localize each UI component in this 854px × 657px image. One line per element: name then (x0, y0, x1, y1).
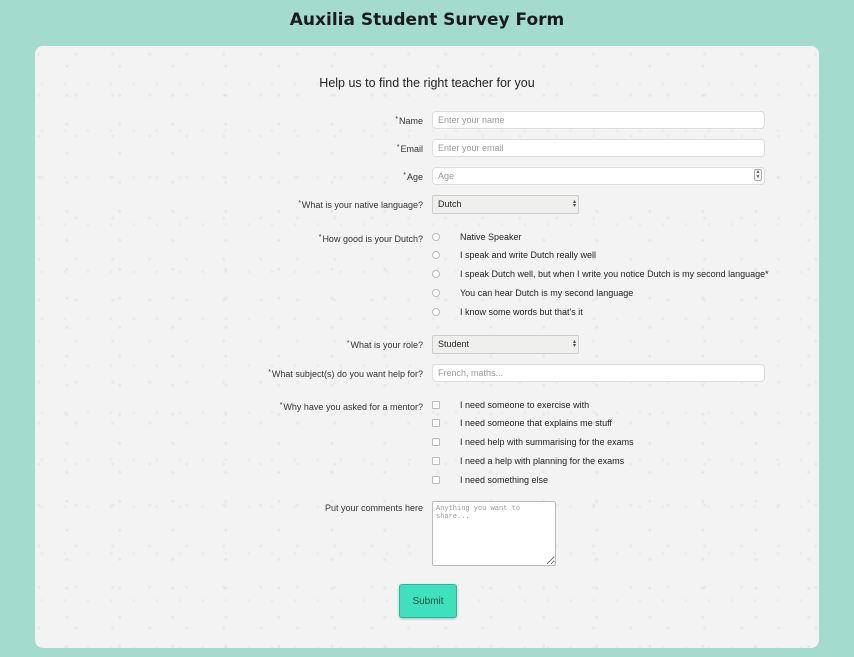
email-input[interactable] (432, 139, 765, 157)
name-input[interactable] (432, 111, 765, 129)
comments-label: Put your comments here (324, 503, 423, 513)
radio-button[interactable] (432, 269, 440, 278)
mentor-reason-label: *Why have you asked for a mentor? (279, 402, 423, 412)
submit-button[interactable]: Submit (399, 584, 457, 618)
checkbox[interactable] (432, 418, 440, 427)
checkbox[interactable] (432, 400, 440, 409)
age-field: ▲▼ (432, 167, 765, 185)
select-arrow-icon: ▴ ▾ (572, 339, 576, 349)
proficiency-option[interactable]: I speak and write Dutch really well (432, 250, 596, 264)
mentor-reason-option[interactable]: I need something else (432, 475, 548, 489)
select-arrow-icon: ▴ ▾ (572, 199, 576, 209)
survey-form-card: Help us to find the right teacher for yo… (35, 46, 819, 648)
age-label: *Age (403, 172, 423, 182)
comments-textarea[interactable] (432, 501, 556, 566)
age-input[interactable] (432, 167, 765, 185)
radio-button[interactable] (432, 288, 440, 297)
proficiency-label: *How good is your Dutch? (318, 234, 423, 244)
subjects-label: *What subject(s) do you want help for? (268, 369, 423, 379)
email-label: *Email (396, 144, 423, 154)
proficiency-option[interactable]: I know some words but that's it (432, 307, 583, 321)
mentor-reason-option[interactable]: I need someone to exercise with (432, 400, 589, 414)
mentor-reason-option[interactable]: I need someone that explains me stuff (432, 418, 612, 432)
proficiency-option[interactable]: You can hear Dutch is my second language (432, 288, 633, 302)
native-language-select[interactable]: Dutch ▴ ▾ (432, 195, 579, 214)
role-label: *What is your role? (346, 340, 423, 350)
role-select[interactable]: Student ▴ ▾ (432, 335, 579, 354)
page-title: Auxilia Student Survey Form (289, 10, 565, 30)
mentor-reason-option[interactable]: I need help with summarising for the exa… (432, 437, 634, 451)
checkbox[interactable] (432, 437, 440, 446)
radio-button[interactable] (432, 250, 440, 259)
subjects-input[interactable] (432, 364, 765, 382)
radio-button[interactable] (432, 307, 440, 316)
proficiency-option[interactable]: Native Speaker (432, 232, 522, 246)
checkbox[interactable] (432, 456, 440, 465)
name-label: *Name (395, 116, 423, 126)
proficiency-option[interactable]: I speak Dutch well, but when I write you… (432, 269, 769, 283)
checkbox[interactable] (432, 475, 440, 484)
native-language-label: *What is your native language? (298, 200, 423, 210)
mentor-reason-option[interactable]: I need a help with planning for the exam… (432, 456, 624, 470)
form-subtitle: Help us to find the right teacher for yo… (319, 76, 535, 90)
age-spinner[interactable]: ▲ ▼ (754, 169, 762, 181)
radio-button[interactable] (432, 232, 440, 241)
